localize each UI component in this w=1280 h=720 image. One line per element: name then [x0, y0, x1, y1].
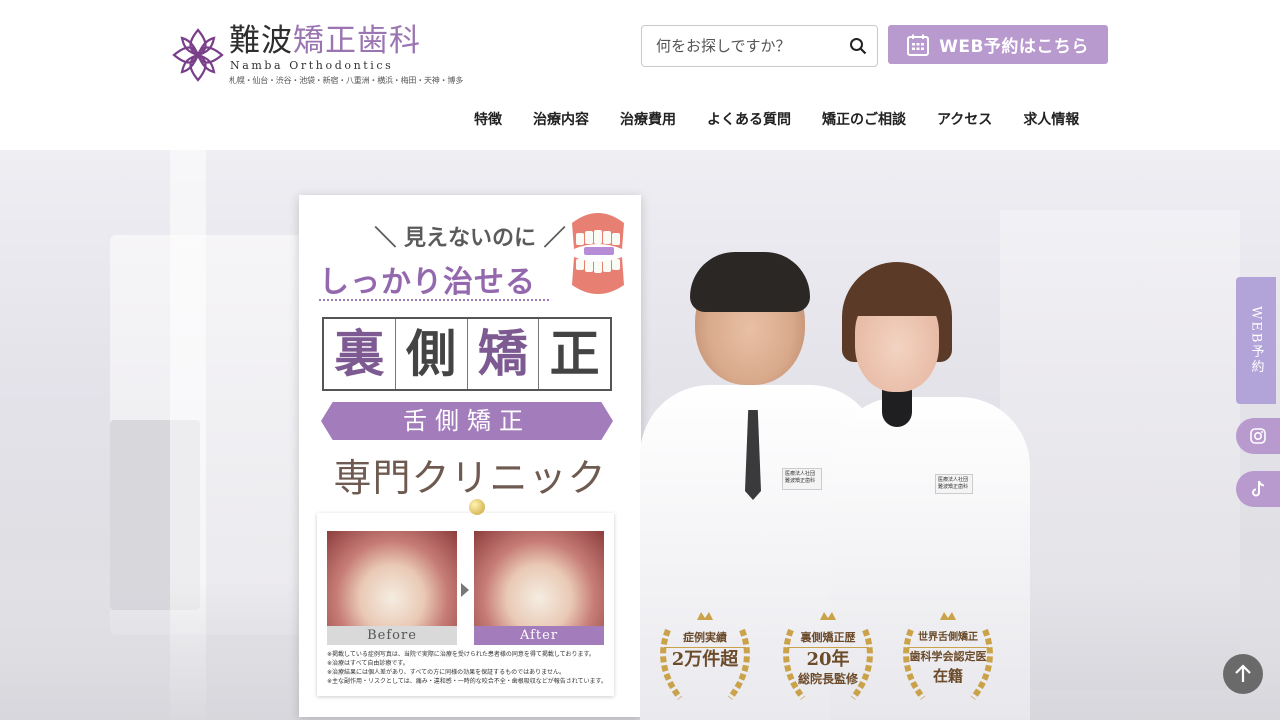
- nav-item-recruit[interactable]: 求人情報: [1023, 109, 1079, 129]
- award-line2: 2万件超: [671, 649, 739, 670]
- tiktok-icon: [1252, 480, 1265, 497]
- disclaimer-notes: ※掲載している症例写真は、当院で実際に治療を受けられた患者様の同意を得て掲載して…: [327, 650, 612, 686]
- arrow-up-icon: [1235, 664, 1251, 682]
- back-to-top-button[interactable]: [1223, 654, 1263, 694]
- award-badge: 症例実績 2万件超: [650, 610, 760, 710]
- promo-ribbon: 舌側矯正: [321, 402, 613, 440]
- disclaimer-line: ※治療はすべて自由診療です。: [327, 660, 409, 667]
- disclaimer-line: ※主な副作用・リスクとしては、痛み・違和感・一時的な咬合不全・歯根吸収などが報告…: [327, 678, 607, 685]
- doctor-name-badge: 医療法人社団 難波矯正歯科: [782, 468, 822, 490]
- doctor-hair: [690, 252, 810, 312]
- search-icon[interactable]: [849, 37, 867, 55]
- promo-lingual-char: 矯: [468, 319, 540, 389]
- after-label: After: [474, 626, 604, 645]
- promo-specialty: 専門クリニック: [333, 456, 607, 500]
- before-label: Before: [327, 626, 457, 645]
- disclaimer-line: ※治療結果には個人差があり、すべての方に同様の効果を保証するものではありません。: [327, 669, 565, 676]
- disclaimer-line: ※掲載している症例写真は、当院で実際に治療を受けられた患者様の同意を得て掲載して…: [327, 651, 595, 658]
- search-input[interactable]: [642, 26, 842, 66]
- promo-lingual-char: 正: [549, 324, 600, 383]
- nav-item-fees[interactable]: 治療費用: [620, 109, 676, 129]
- teeth-model-icon: [572, 213, 624, 294]
- pin-icon: [469, 499, 485, 515]
- before-after-photo: Before After ※掲載している症例写真は、当院で実際に治療を受けられた…: [317, 499, 614, 696]
- search-box: [641, 25, 878, 67]
- award-badge: 裏側矯正歴 20年 総院長監修: [773, 610, 883, 710]
- logo-english: Namba Orthodontics: [230, 59, 394, 72]
- award-line2: 20年: [806, 649, 850, 670]
- award-line1: 世界舌側矯正: [907, 630, 989, 648]
- award-line3: 総院長監修: [797, 672, 858, 686]
- award-badge: 世界舌側矯正 歯科学会認定医 在籍: [893, 610, 1003, 710]
- instagram-icon: [1250, 428, 1266, 444]
- web-reservation-label: WEB予約はこちら: [939, 37, 1089, 57]
- award-line3: 在籍: [932, 667, 963, 685]
- promo-lingual-char: 側: [396, 319, 468, 389]
- web-reservation-button[interactable]: WEB予約はこちら: [888, 25, 1108, 64]
- nav-item-treatment[interactable]: 治療内容: [533, 109, 589, 129]
- nav-item-access[interactable]: アクセス: [937, 109, 992, 129]
- main-nav: 特徴 治療内容 治療費用 よくある質問 矯正のご相談 アクセス 求人情報: [474, 108, 1079, 130]
- nav-item-faq[interactable]: よくある質問: [707, 109, 791, 129]
- staff-inner-shirt: [882, 387, 912, 427]
- award-text: 症例実績 2万件超: [664, 630, 746, 672]
- promo-card: 見えないのに しっかり治せる 裏 側 矯 正 舌側矯正 専門クリニック Befo…: [299, 195, 641, 717]
- logo-branches: 札幌・仙台・渋谷・池袋・新宿・八重洲・横浜・梅田・天神・博多: [229, 76, 463, 85]
- promo-dotted-divider: [319, 299, 549, 301]
- staff-fringe: [850, 276, 944, 316]
- award-line1: 症例実績: [664, 630, 746, 648]
- logo-flower-icon: [172, 28, 224, 82]
- nav-item-consultation[interactable]: 矯正のご相談: [822, 109, 906, 129]
- instagram-button[interactable]: [1236, 418, 1280, 454]
- promo-lingual-title: 裏 側 矯 正: [322, 317, 612, 391]
- promo-lingual-char: 裏: [324, 319, 396, 389]
- logo-title: 難波矯正歯科: [229, 23, 421, 59]
- site-logo[interactable]: 難波矯正歯科 Namba Orthodontics 札幌・仙台・渋谷・池袋・新宿…: [172, 22, 463, 88]
- promo-headline: しっかり治せる: [319, 265, 536, 300]
- calendar-icon: [907, 34, 930, 56]
- award-line2: 歯科学会認定医: [909, 650, 987, 663]
- staff-name-badge: 医療法人社団 難波矯正歯科: [935, 474, 973, 494]
- tiktok-button[interactable]: [1236, 471, 1280, 507]
- hero-banner: 見えないのに しっかり治せる 裏 側 矯 正 舌側矯正 専門クリニック Befo…: [0, 150, 1280, 720]
- arrow-right-icon: [461, 583, 469, 597]
- nav-item-features[interactable]: 特徴: [474, 109, 502, 129]
- award-text: 裏側矯正歴 20年 総院長監修: [787, 630, 869, 687]
- award-line1: 裏側矯正歴: [787, 630, 869, 648]
- side-web-reservation-tab[interactable]: WEB予約: [1236, 277, 1276, 404]
- site-header: 難波矯正歯科 Namba Orthodontics 札幌・仙台・渋谷・池袋・新宿…: [0, 0, 1280, 150]
- award-text: 世界舌側矯正 歯科学会認定医 在籍: [907, 630, 989, 686]
